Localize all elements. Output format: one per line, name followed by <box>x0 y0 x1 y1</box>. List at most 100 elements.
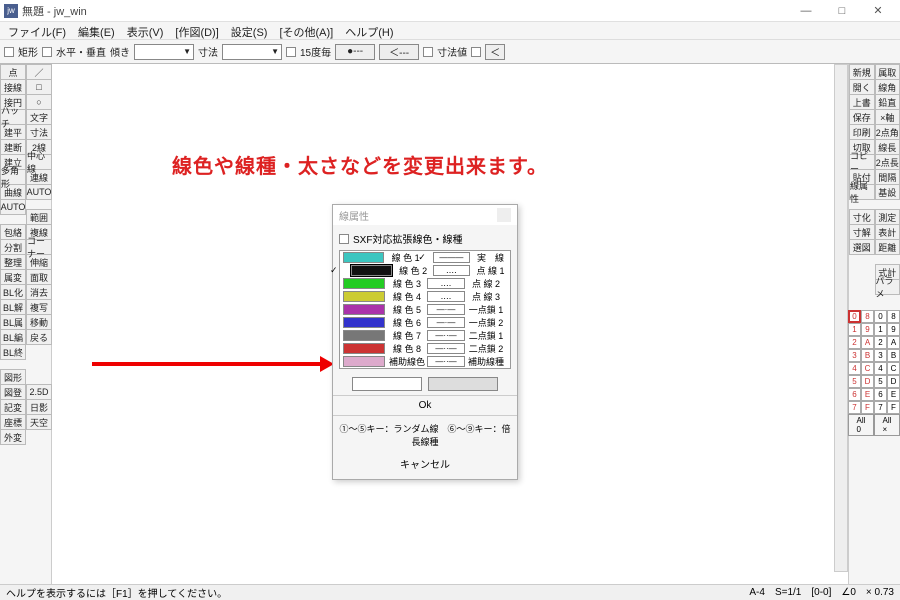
color-swatch-7[interactable] <box>343 330 385 341</box>
menu-item[interactable]: ヘルプ(H) <box>339 22 399 39</box>
layergrp-3[interactable]: 3 <box>874 349 887 362</box>
tool-面取[interactable]: 面取 <box>26 269 52 285</box>
layer-6[interactable]: 6 <box>848 388 861 401</box>
slope-dropdown[interactable]: ▼ <box>134 44 194 60</box>
maximize-button[interactable]: □ <box>824 1 860 21</box>
color-swatch-5[interactable] <box>343 304 385 315</box>
deg15-checkbox[interactable] <box>286 47 296 57</box>
tool-寸解[interactable]: 寸解 <box>849 224 875 240</box>
layer-all-left[interactable]: All0 <box>848 414 874 436</box>
color-swatch-4[interactable] <box>343 291 385 302</box>
extra-checkbox[interactable] <box>471 47 481 57</box>
linetype-swatch-1[interactable]: ——— <box>433 252 470 263</box>
menu-item[interactable]: [作図(D)] <box>169 22 224 39</box>
layer-9[interactable]: 9 <box>861 323 874 336</box>
linetype-swatch-5[interactable]: —·— <box>427 304 465 315</box>
tool-／[interactable]: ／ <box>26 64 52 80</box>
tool-点[interactable]: 点 <box>0 64 26 80</box>
tool-BL解[interactable]: BL解 <box>0 299 26 315</box>
tool-コピー[interactable]: コピー <box>849 154 875 170</box>
menu-item[interactable]: ファイル(F) <box>2 22 72 39</box>
tool-範囲[interactable]: 範囲 <box>26 209 52 225</box>
layergrp-B[interactable]: B <box>887 349 900 362</box>
tool-2点長[interactable]: 2点長 <box>875 154 900 170</box>
tool-AUTO[interactable]: AUTO <box>26 184 52 200</box>
layer-D[interactable]: D <box>861 375 874 388</box>
tool-×軸[interactable]: ×軸 <box>875 109 900 125</box>
layer-7[interactable]: 7 <box>848 401 861 414</box>
ok-button[interactable]: Ok <box>419 400 432 411</box>
tool-ハッチ[interactable]: ハッチ <box>0 109 26 125</box>
layer-5[interactable]: 5 <box>848 375 861 388</box>
arrow-mode-button[interactable]: ＜--- <box>379 44 419 60</box>
layergrp-6[interactable]: 6 <box>874 388 887 401</box>
layer-E[interactable]: E <box>861 388 874 401</box>
layergrp-5[interactable]: 5 <box>874 375 887 388</box>
tool-印刷[interactable]: 印刷 <box>849 124 875 140</box>
tool-BL編[interactable]: BL編 <box>0 329 26 345</box>
layer-F[interactable]: F <box>861 401 874 414</box>
color-swatch-3[interactable] <box>343 278 385 289</box>
tool-属変[interactable]: 属変 <box>0 269 26 285</box>
tool-パラメ[interactable]: パラメ <box>875 279 900 295</box>
tool-線長[interactable]: 線長 <box>875 139 900 155</box>
sample-line-white[interactable] <box>352 377 422 391</box>
color-swatch-9[interactable] <box>343 356 385 367</box>
tool-分割[interactable]: 分割 <box>0 239 26 255</box>
tool-2点角[interactable]: 2点角 <box>875 124 900 140</box>
angle-button[interactable]: ＜ <box>485 44 505 60</box>
menu-item[interactable]: [その他(A)] <box>273 22 339 39</box>
hv-checkbox[interactable] <box>42 47 52 57</box>
menu-item[interactable]: 表示(V) <box>121 22 170 39</box>
layergrp-0[interactable]: 0 <box>874 310 887 323</box>
linetype-swatch-7[interactable]: —··— <box>427 330 465 341</box>
dim-dropdown[interactable]: ▼ <box>222 44 282 60</box>
close-button[interactable]: ✕ <box>860 1 896 21</box>
linetype-swatch-3[interactable]: ‥‥ <box>427 278 465 289</box>
tool-寸化[interactable]: 寸化 <box>849 209 875 225</box>
tool-線属性[interactable]: 線属性 <box>849 184 875 200</box>
layer-2[interactable]: 2 <box>848 336 861 349</box>
tool-選図[interactable]: 選図 <box>849 239 875 255</box>
tool-2.5D[interactable]: 2.5D <box>26 384 52 400</box>
drawing-canvas[interactable]: 線色や線種・太さなどを変更出来ます。 線属性 SXF対応拡張線色・線種 線 色 … <box>52 64 848 598</box>
tool-鉛直[interactable]: 鉛直 <box>875 94 900 110</box>
layer-all-right[interactable]: All× <box>874 414 900 436</box>
tool-中心線[interactable]: 中心線 <box>26 154 52 170</box>
tool-天空[interactable]: 天空 <box>26 414 52 430</box>
color-swatch-1[interactable] <box>343 252 384 263</box>
color-swatch-6[interactable] <box>343 317 385 328</box>
linetype-swatch-4[interactable]: ‥‥ <box>427 291 465 302</box>
tool-測定[interactable]: 測定 <box>875 209 900 225</box>
tool-図登[interactable]: 図登 <box>0 384 26 400</box>
tool-BL属[interactable]: BL属 <box>0 314 26 330</box>
linetype-swatch-2[interactable]: ‥‥ <box>433 265 470 276</box>
layergrp-F[interactable]: F <box>887 401 900 414</box>
tool-外変[interactable]: 外変 <box>0 429 26 445</box>
layergrp-2[interactable]: 2 <box>874 336 887 349</box>
tool-寸法[interactable]: 寸法 <box>26 124 52 140</box>
tool-距離[interactable]: 距離 <box>875 239 900 255</box>
tool-整理[interactable]: 整理 <box>0 254 26 270</box>
layer-C[interactable]: C <box>861 362 874 375</box>
color-swatch-8[interactable] <box>343 343 385 354</box>
tool-表計[interactable]: 表計 <box>875 224 900 240</box>
layer-A[interactable]: A <box>861 336 874 349</box>
tool-記変[interactable]: 記変 <box>0 399 26 415</box>
tool-線角[interactable]: 線角 <box>875 79 900 95</box>
tool-新規[interactable]: 新規 <box>849 64 875 80</box>
layergrp-1[interactable]: 1 <box>874 323 887 336</box>
tool-複写[interactable]: 複写 <box>26 299 52 315</box>
rect-checkbox[interactable] <box>4 47 14 57</box>
tool-□[interactable]: □ <box>26 79 52 95</box>
tool-間隔[interactable]: 間隔 <box>875 169 900 185</box>
tool-建断[interactable]: 建断 <box>0 139 26 155</box>
layer-3[interactable]: 3 <box>848 349 861 362</box>
tool-保存[interactable]: 保存 <box>849 109 875 125</box>
tool-座標[interactable]: 座標 <box>0 414 26 430</box>
tool-開く[interactable]: 開く <box>849 79 875 95</box>
tool-AUTO[interactable]: AUTO <box>0 199 26 215</box>
dimval-checkbox[interactable] <box>423 47 433 57</box>
layergrp-A[interactable]: A <box>887 336 900 349</box>
tool-文字[interactable]: 文字 <box>26 109 52 125</box>
